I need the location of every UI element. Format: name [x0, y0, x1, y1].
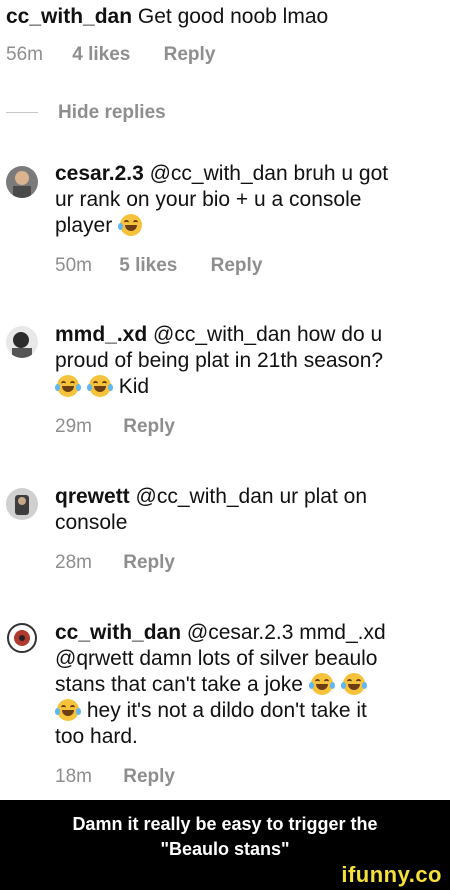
reply-3-time: 28m — [55, 552, 92, 573]
hide-replies-button[interactable]: Hide replies — [58, 102, 166, 124]
top-comment-text: cc_with_dan Get good noob lmao — [6, 4, 328, 30]
reply-3-meta: 28m Reply — [55, 552, 175, 574]
reply-2-username[interactable]: mmd_.xd — [55, 323, 147, 346]
reply-3-mention[interactable]: @cc_with_dan — [136, 485, 274, 508]
reply-4-line-2: @qrwett damn lots of silver beaulo — [55, 647, 378, 670]
top-comment-body: Get good noob lmao — [137, 5, 329, 28]
top-comment-time: 56m — [6, 44, 43, 65]
reply-2-mention[interactable]: @cc_with_dan — [153, 323, 291, 346]
reply-4-meta: 18m Reply — [55, 766, 175, 788]
reply-4-username[interactable]: cc_with_dan — [55, 621, 181, 644]
ifunny-watermark: ifunny.co — [341, 862, 442, 887]
top-comment-reply-button[interactable]: Reply — [164, 44, 216, 65]
rofl-emoji-icon — [118, 214, 143, 236]
reply-1-line-3: player — [55, 213, 144, 239]
reply-4-line-4: hey it's not a dildo don't take it — [55, 698, 367, 724]
meme-caption: Damn it really be easy to trigger the "B… — [0, 800, 450, 890]
avatar-cc-with-dan[interactable] — [6, 622, 38, 654]
joy-emoji-icon — [55, 375, 81, 397]
avatar-mmd[interactable] — [6, 326, 38, 358]
top-comment-username[interactable]: cc_with_dan — [6, 5, 132, 28]
caption-line-1: Damn it really be easy to trigger the — [72, 814, 378, 834]
reply-4-time: 18m — [55, 766, 92, 787]
reply-3-line-2: console — [55, 511, 128, 534]
reply-4-line-5: too hard. — [55, 725, 138, 748]
avatar-cesar-image — [6, 166, 38, 198]
reply-2-text-end: Kid — [118, 375, 150, 398]
reply-4-reply-button[interactable]: Reply — [123, 766, 175, 787]
reply-3-text-part: ur plat on — [279, 485, 367, 508]
avatar-mmd-image — [6, 326, 38, 358]
reply-2-line-2: proud of being plat in 21th season? — [55, 349, 384, 372]
joy-emoji-icon — [86, 375, 113, 397]
reply-1-line-1: cesar.2.3 @cc_with_dan bruh u got — [55, 161, 388, 187]
avatar-cesar[interactable] — [6, 166, 38, 198]
avatar-qrewett[interactable] — [6, 488, 38, 520]
reply-1-mention[interactable]: @cc_with_dan — [150, 162, 288, 185]
hide-replies-divider — [6, 112, 38, 113]
joy-emoji-icon — [308, 673, 335, 695]
reply-3-line-1: qrewett @cc_with_dan ur plat on — [55, 484, 367, 510]
avatar-qrewett-image — [6, 488, 38, 520]
reply-2-line-1: mmd_.xd @cc_with_dan how do u — [55, 322, 382, 348]
reply-4-line-3: stans that can't take a joke — [55, 672, 367, 698]
reply-1-meta: 50m 5 likes Reply — [55, 255, 262, 277]
top-comment-meta: 56m 4 likes Reply — [6, 44, 215, 66]
reply-2-line-3: Kid — [55, 374, 149, 400]
reply-1-reply-button[interactable]: Reply — [211, 255, 263, 276]
reply-1-likes[interactable]: 5 likes — [119, 255, 177, 276]
joy-emoji-icon — [55, 699, 81, 721]
reply-4-text-part: mmd_.xd — [299, 621, 386, 644]
reply-1-time: 50m — [55, 255, 92, 276]
reply-2-text-part: how do u — [296, 323, 383, 346]
reply-4-text-mid: stans that can't take a joke — [55, 673, 303, 696]
reply-1-line-2: ur rank on your bio + u a console — [55, 188, 362, 211]
reply-3-reply-button[interactable]: Reply — [123, 552, 175, 573]
reply-4-mention[interactable]: @cesar.2.3 — [187, 621, 294, 644]
top-comment-likes[interactable]: 4 likes — [72, 44, 130, 65]
reply-4-line-1: cc_with_dan @cesar.2.3 mmd_.xd — [55, 620, 386, 646]
caption-line-2: "Beaulo stans" — [160, 839, 290, 859]
reply-3-username[interactable]: qrewett — [55, 485, 130, 508]
reply-1-text-part: bruh u got — [293, 162, 389, 185]
reply-4-text-4: hey it's not a dildo don't take it — [86, 699, 367, 722]
avatar-cc-with-dan-image — [6, 622, 38, 654]
joy-emoji-icon — [340, 673, 367, 695]
reply-1-username[interactable]: cesar.2.3 — [55, 162, 144, 185]
reply-2-time: 29m — [55, 416, 92, 437]
reply-2-meta: 29m Reply — [55, 416, 175, 438]
reply-1-text-end: player — [55, 214, 113, 237]
reply-2-reply-button[interactable]: Reply — [123, 416, 175, 437]
